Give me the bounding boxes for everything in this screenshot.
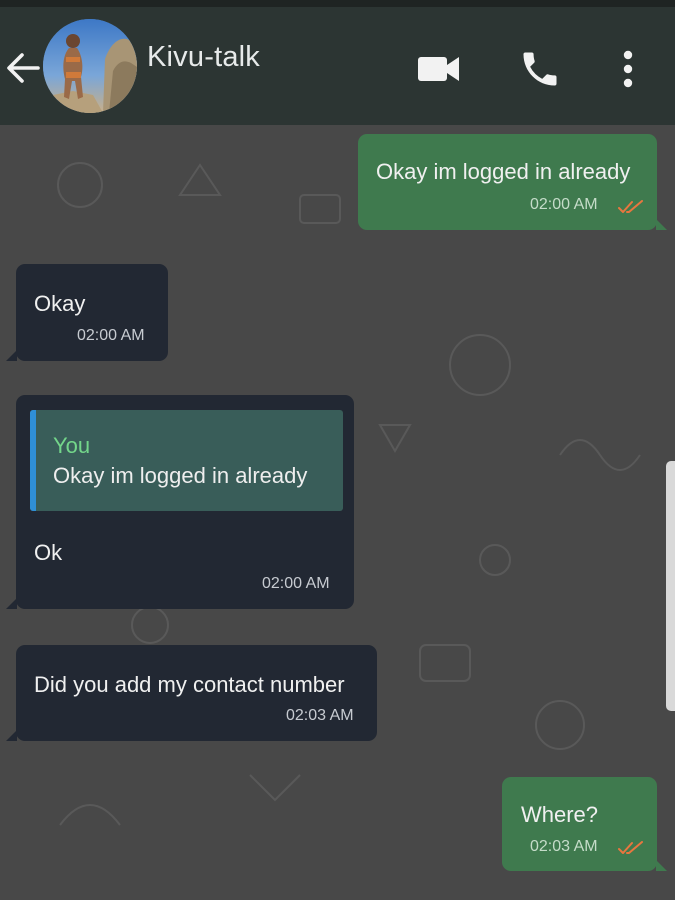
message-text: Where? xyxy=(521,802,599,827)
voice-call-button[interactable] xyxy=(518,47,562,91)
message-bubble-incoming[interactable]: Did you add my contact number 02:03 AM xyxy=(6,645,377,741)
phone-icon xyxy=(523,52,557,86)
bubble-tail xyxy=(6,730,17,741)
more-options-button[interactable] xyxy=(613,47,643,91)
video-camera-icon xyxy=(418,57,459,81)
message-text: Okay im logged in already xyxy=(376,159,631,184)
video-call-button[interactable] xyxy=(417,53,461,85)
status-bar xyxy=(0,0,675,7)
message-bubble-outgoing[interactable]: Where? 02:03 AM xyxy=(502,777,667,871)
read-receipt-icon xyxy=(618,841,643,854)
bubble-tail xyxy=(6,350,17,361)
message-time: 02:00 AM xyxy=(530,196,598,213)
message-text: Ok xyxy=(34,540,63,565)
message-time: 02:00 AM xyxy=(262,575,330,592)
message-time: 02:03 AM xyxy=(530,838,598,855)
bubble-tail xyxy=(656,219,667,230)
avatar[interactable] xyxy=(43,19,137,113)
quote-accent-bar xyxy=(30,410,36,511)
message-bubble-incoming-reply[interactable]: You Okay im logged in already Ok 02:00 A… xyxy=(6,395,354,609)
vertical-dots-icon xyxy=(623,50,633,88)
bubble-tail xyxy=(6,598,17,609)
bubble-tail xyxy=(656,860,667,871)
arrow-left-icon xyxy=(7,53,40,83)
quote-author: You xyxy=(53,433,91,458)
quote-text: Okay im logged in already xyxy=(53,463,308,488)
scrollbar-thumb[interactable] xyxy=(666,461,675,711)
contact-name[interactable]: Kivu-talk xyxy=(147,41,260,74)
chat-header: Kivu-talk xyxy=(0,7,675,125)
message-text: Okay xyxy=(34,291,86,316)
chat-area[interactable]: Okay im logged in already 02:00 AM Okay … xyxy=(0,125,675,900)
message-bubble-outgoing[interactable]: Okay im logged in already 02:00 AM xyxy=(358,134,667,230)
message-text: Did you add my contact number xyxy=(34,672,345,697)
quoted-message[interactable]: You Okay im logged in already xyxy=(30,410,343,511)
back-button[interactable] xyxy=(4,51,42,85)
contact-avatar-image xyxy=(43,19,137,113)
read-receipt-icon xyxy=(618,200,643,213)
message-time: 02:00 AM xyxy=(77,327,145,344)
message-time: 02:03 AM xyxy=(286,707,354,724)
message-bubble-incoming[interactable]: Okay 02:00 AM xyxy=(6,264,168,361)
